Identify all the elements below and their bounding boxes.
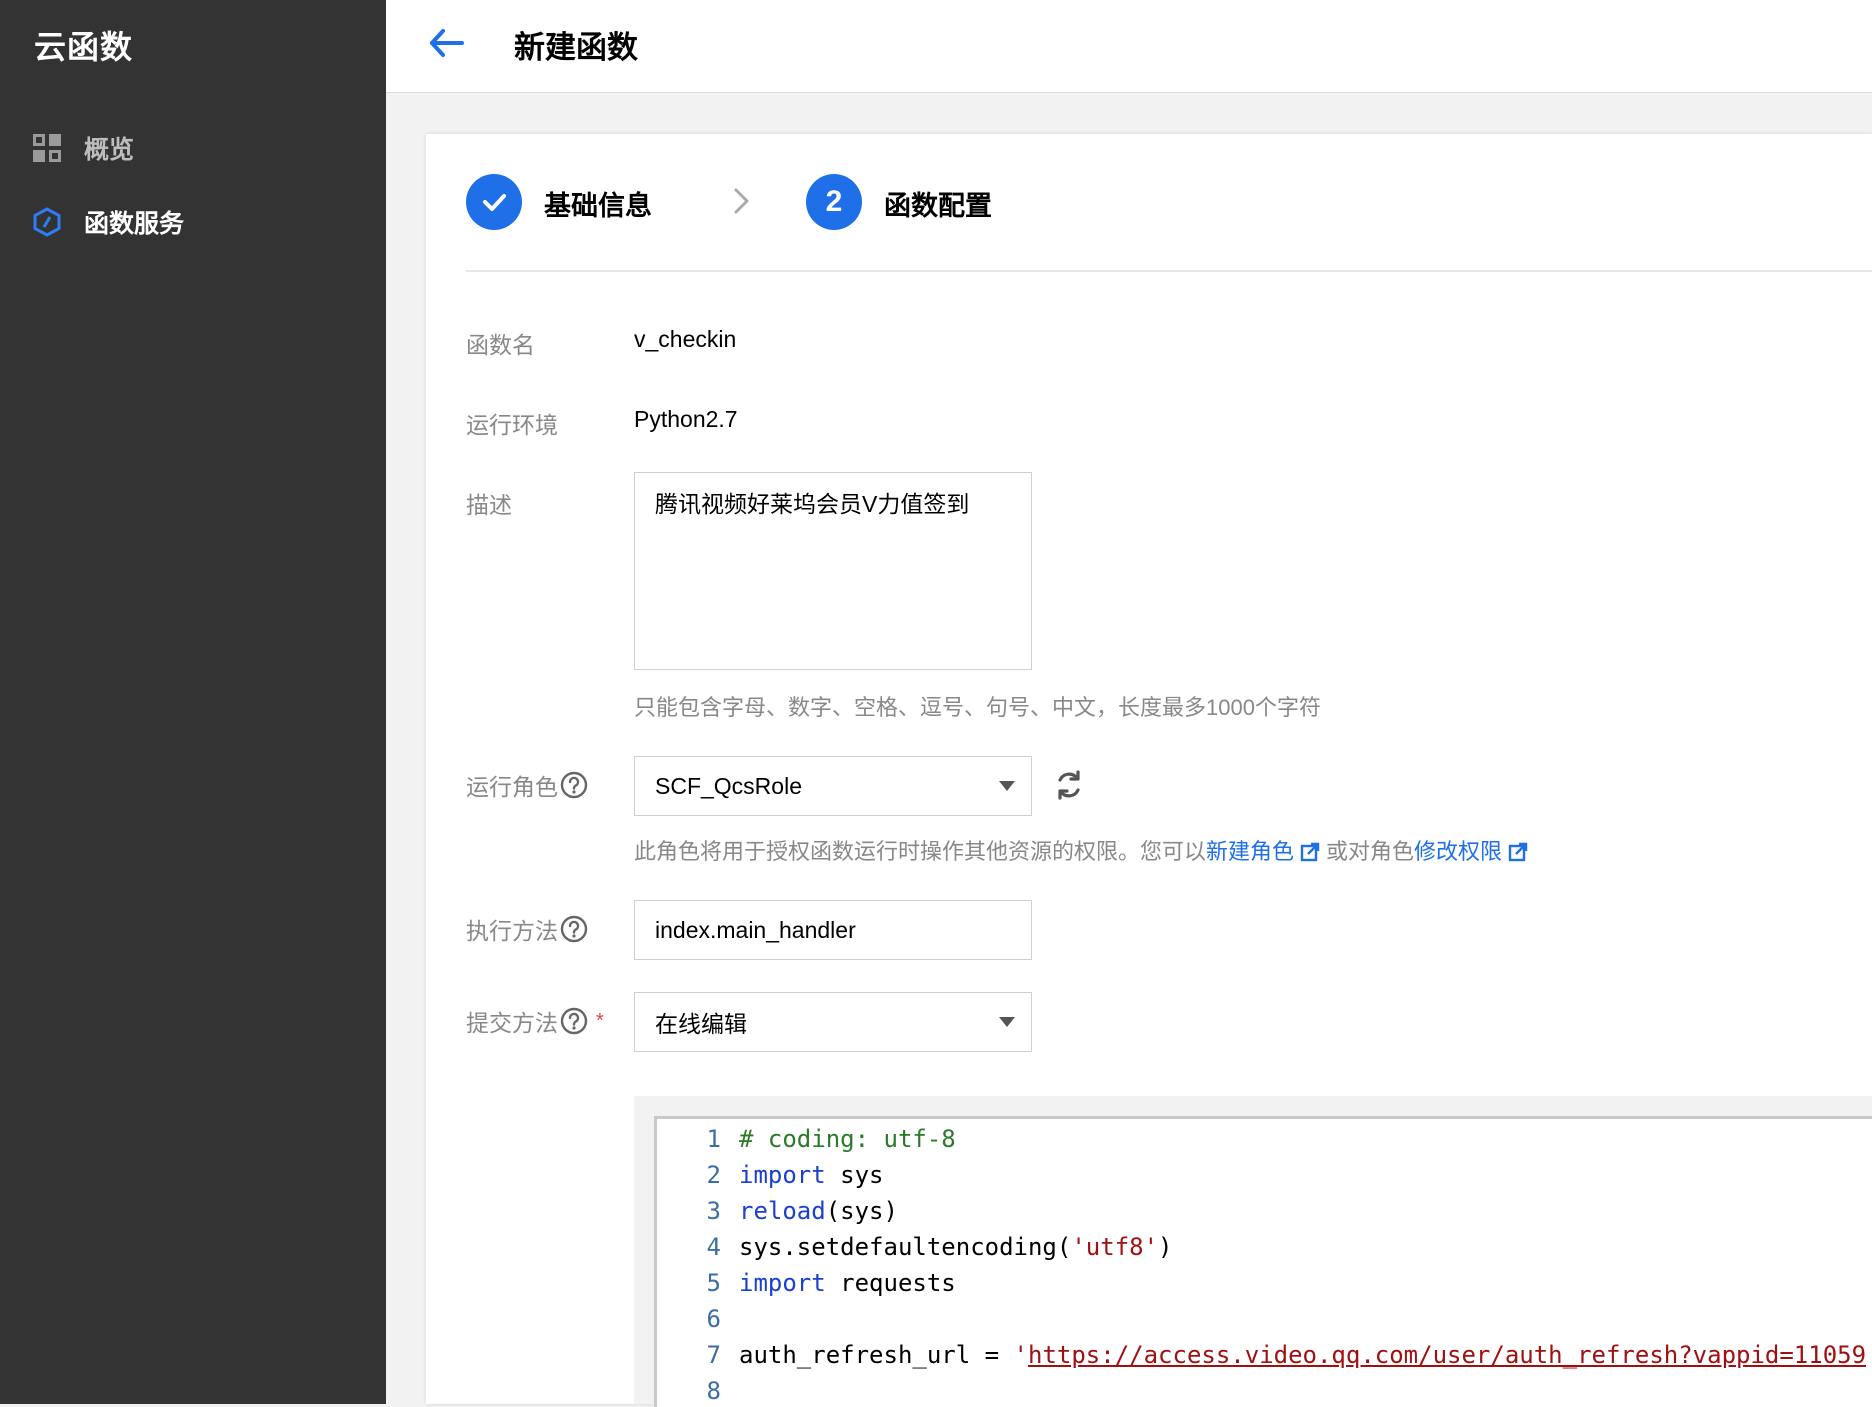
line-number: 2 [706,1161,721,1189]
role-label: 运行角色 [466,768,588,802]
help-circle-icon[interactable] [560,915,588,943]
code-line: 4 sys.setdefaultencoding('utf8') [657,1233,1173,1269]
line-number: 3 [706,1197,721,1225]
step-done-circle [466,174,522,230]
sidebar-item-label: 函数服务 [84,210,185,238]
line-number: 1 [706,1125,721,1153]
code-keyword: import [739,1269,826,1297]
handler-input[interactable]: index.main_handler [634,900,1032,960]
line-number: 5 [706,1269,721,1297]
code-comment: # coding: utf-8 [739,1125,956,1153]
description-textarea[interactable]: 腾讯视频好莱坞会员V力值签到 [634,472,1032,670]
page-header: 新建函数 [386,0,1872,93]
function-name-label: 函数名 [466,332,535,358]
sidebar-brand: 云函数 [34,29,134,65]
handler-label: 执行方法 [466,912,588,946]
code-keyword: import [739,1161,826,1189]
runtime-value: Python2.7 [634,406,738,432]
code-text: sys.setdefaultencoding( [739,1233,1072,1261]
code-line: 2 import sys [657,1161,884,1197]
role-hint-prefix: 此角色将用于授权函数运行时操作其他资源的权限。您可以 [634,839,1207,864]
line-number: 4 [706,1233,721,1261]
modify-permission-link[interactable]: 修改权限 [1414,839,1502,864]
sidebar-item-overview[interactable]: 概览 [32,128,134,168]
divider [466,270,1872,272]
create-function-card: 基础信息 2 函数配置 函数名 v_checkin 运行环境 Python2.7… [426,134,1872,1407]
caret-down-icon [999,781,1015,791]
chevron-right-icon [726,186,756,216]
code-editor-container: 1 # coding: utf-8 2 import sys 3 reload (sys… [634,1096,1872,1407]
code-line: 7 auth_refresh_url = ' https://access.vide… [657,1341,1867,1377]
sidebar: 云函数 概览 函数服务 [0,0,386,1404]
step-label-function-config: 函数配置 [884,191,992,221]
code-line: 6 [657,1305,739,1341]
function-name-value: v_checkin [634,326,737,352]
required-mark: * [596,1009,604,1032]
line-number: 6 [706,1305,721,1333]
role-hint-middle: 或对角色 [1326,839,1415,864]
runtime-label: 运行环境 [466,412,558,438]
sidebar-item-function-service[interactable]: 函数服务 [32,202,184,242]
external-link-icon[interactable] [1508,842,1528,862]
submit-method-value: 在线编辑 [655,1011,747,1037]
code-text: ) [1158,1233,1173,1261]
refresh-icon[interactable] [1052,768,1086,802]
stepper: 基础信息 2 函数配置 [466,174,1866,234]
submit-method-label-text: 提交方法 [466,1010,558,1036]
code-editor[interactable]: 1 # coding: utf-8 2 import sys 3 reload (sys… [654,1116,1872,1407]
code-line: 8 [657,1377,739,1407]
role-select[interactable]: SCF_QcsRole [634,756,1032,816]
external-link-icon[interactable] [1300,842,1320,862]
back-arrow-icon[interactable] [424,22,470,68]
line-number: 7 [706,1341,721,1369]
step-label-basic-info: 基础信息 [544,191,652,221]
code-string: ' [1013,1341,1028,1369]
new-role-link[interactable]: 新建角色 [1206,839,1294,864]
caret-down-icon [999,1017,1015,1027]
line-number: 8 [706,1377,721,1405]
code-string: 'utf8' [1071,1233,1159,1261]
role-label-text: 运行角色 [466,774,558,800]
code-line: 5 import requests [657,1269,956,1305]
code-text: auth_refresh_url = [739,1341,1014,1369]
code-text: (sys) [825,1197,898,1225]
step-active-circle: 2 [806,174,862,230]
role-select-value: SCF_QcsRole [655,772,802,799]
code-text: requests [825,1269,956,1297]
page-title: 新建函数 [514,30,638,65]
handler-label-text: 执行方法 [466,918,558,944]
code-keyword: reload [739,1197,826,1225]
description-label: 描述 [466,492,512,518]
function-hexagon-icon [32,207,62,237]
help-circle-icon[interactable] [560,771,588,799]
sidebar-item-label: 概览 [84,136,135,164]
check-icon [483,194,506,211]
help-circle-icon[interactable] [560,1007,588,1035]
role-hint: 此角色将用于授权函数运行时操作其他资源的权限。您可以新建角色 或对角色修改权限 [634,834,1534,866]
submit-method-label: 提交方法 * [466,1004,604,1038]
description-hint: 只能包含字母、数字、空格、逗号、句号、中文，长度最多1000个字符 [634,695,1321,720]
code-text: sys [825,1161,884,1189]
grid-icon [32,133,62,163]
code-line: 1 # coding: utf-8 [657,1125,956,1161]
code-url: https://access.video.qq.com/user/auth_re… [1028,1341,1867,1369]
submit-method-select[interactable]: 在线编辑 [634,992,1032,1052]
code-line: 3 reload (sys) [657,1197,898,1233]
